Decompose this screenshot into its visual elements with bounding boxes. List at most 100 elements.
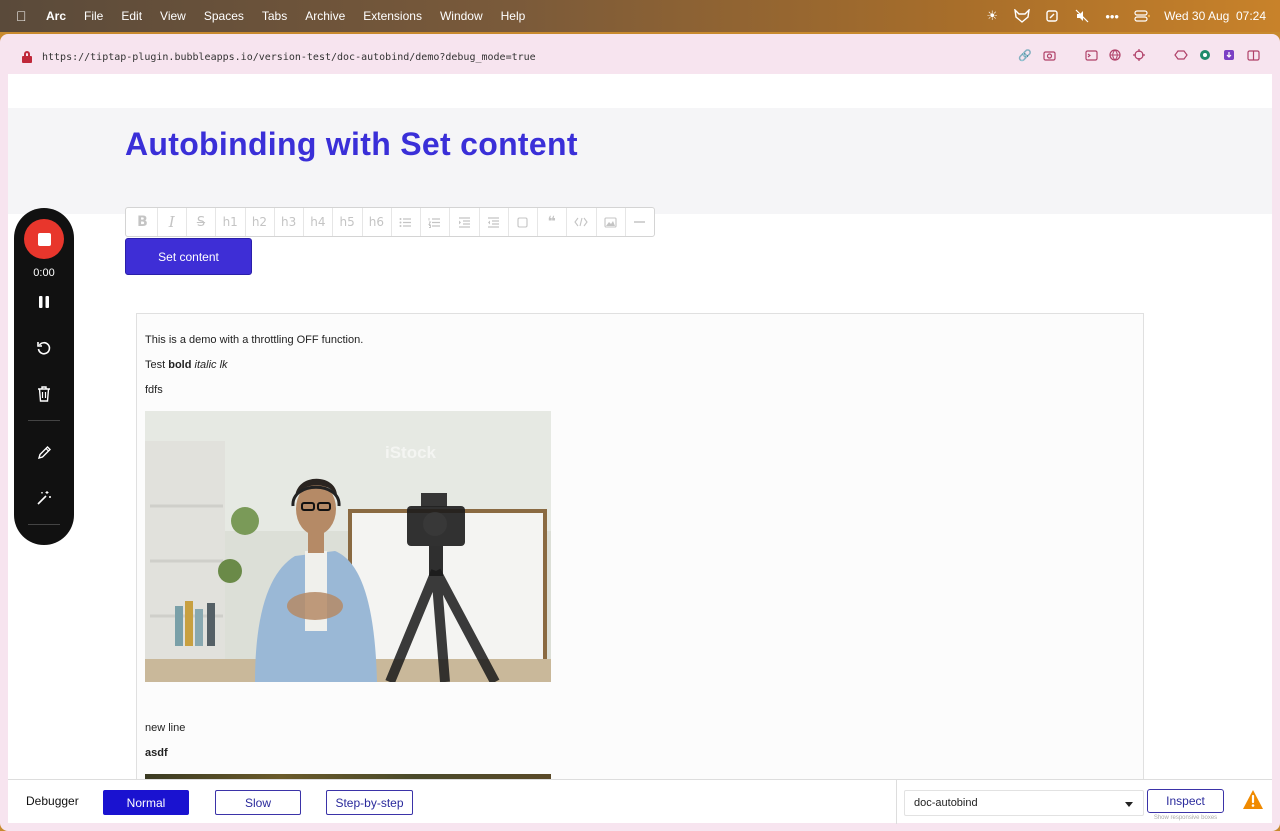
camera-icon[interactable] bbox=[1042, 48, 1056, 62]
magic-wand-icon[interactable] bbox=[32, 486, 56, 510]
show-responsive-boxes-label[interactable]: Show responsive boxes bbox=[1147, 815, 1224, 821]
url-text[interactable]: https://tiptap-plugin.bubbleapps.io/vers… bbox=[42, 52, 536, 63]
image-icon-svg bbox=[604, 216, 617, 228]
menu-view[interactable]: View bbox=[160, 9, 186, 23]
crosshair-icon[interactable] bbox=[1132, 48, 1146, 62]
heading-5-button[interactable]: h5 bbox=[333, 208, 362, 236]
blockquote-icon[interactable]: ❝ bbox=[537, 208, 566, 236]
bold-button[interactable]: B bbox=[128, 208, 157, 236]
fox-icon-svg bbox=[1014, 9, 1030, 23]
recorder-divider-bottom bbox=[28, 524, 60, 525]
extensions-icon[interactable] bbox=[1174, 48, 1188, 62]
control-center-icon[interactable] bbox=[1134, 8, 1151, 24]
heading-6-button[interactable]: h6 bbox=[362, 208, 391, 236]
browser-window: https://tiptap-plugin.bubbleapps.io/vers… bbox=[0, 34, 1280, 831]
pause-icon[interactable] bbox=[32, 290, 56, 314]
magic-wand-icon-svg bbox=[37, 491, 51, 505]
heading-4-button[interactable]: h4 bbox=[303, 208, 332, 236]
indent-icon-svg bbox=[458, 216, 470, 228]
image-icon[interactable] bbox=[596, 208, 625, 236]
lock-icon[interactable] bbox=[22, 51, 32, 63]
menu-app-name[interactable]: Arc bbox=[46, 9, 66, 23]
menu-edit[interactable]: Edit bbox=[121, 9, 142, 23]
debug-mode-slow-button[interactable]: Slow bbox=[215, 790, 301, 815]
crosshair-icon-svg bbox=[1133, 49, 1145, 61]
extension-green-icon[interactable] bbox=[1198, 48, 1212, 62]
url-actions-spacer-2 bbox=[1156, 48, 1164, 62]
code-icon[interactable] bbox=[567, 208, 596, 236]
editor-image-vlogger[interactable]: iStock bbox=[145, 411, 551, 682]
warning-icon[interactable] bbox=[1242, 789, 1264, 811]
menu-help[interactable]: Help bbox=[501, 9, 526, 23]
editor-line-4: new line bbox=[145, 722, 186, 734]
fox-icon[interactable] bbox=[1014, 8, 1030, 24]
pencil-icon[interactable] bbox=[32, 440, 56, 464]
terminal-icon[interactable] bbox=[1084, 48, 1098, 62]
page-title: Autobinding with Set content bbox=[125, 126, 578, 162]
restart-icon[interactable] bbox=[32, 336, 56, 360]
photo-watermark: iStock bbox=[385, 443, 437, 462]
split-view-icon[interactable] bbox=[1246, 48, 1260, 62]
globe-icon-svg bbox=[1109, 49, 1121, 61]
editor-bold-text: bold bbox=[168, 359, 192, 371]
bullet-list-icon-svg bbox=[399, 217, 412, 227]
menu-file[interactable]: File bbox=[84, 9, 103, 23]
rich-text-editor[interactable]: This is a demo with a throttling OFF fun… bbox=[136, 313, 1144, 779]
checkbox-icon-svg bbox=[517, 216, 528, 228]
terminal-icon-svg bbox=[1084, 49, 1098, 61]
extension-purple-icon-svg bbox=[1224, 50, 1234, 60]
sun-icon[interactable]: ☀ bbox=[984, 8, 1000, 24]
menu-spaces[interactable]: Spaces bbox=[204, 9, 244, 23]
trash-icon[interactable] bbox=[32, 382, 56, 406]
extension-green-icon-svg bbox=[1200, 50, 1210, 60]
menu-bar:  Arc File Edit View Spaces Tabs Archive… bbox=[0, 0, 1280, 32]
stop-recording-button[interactable] bbox=[24, 219, 64, 259]
menu-extensions[interactable]: Extensions bbox=[363, 9, 422, 23]
bullet-list-icon[interactable] bbox=[391, 208, 420, 236]
restart-icon-svg bbox=[37, 341, 51, 355]
url-bar-actions: 🔗 bbox=[1018, 48, 1260, 62]
outdent-icon-svg bbox=[487, 216, 499, 228]
extensions-icon-svg bbox=[1174, 50, 1188, 60]
menu-archive[interactable]: Archive bbox=[305, 9, 345, 23]
menu-tabs[interactable]: Tabs bbox=[262, 9, 287, 23]
hand-icon-svg bbox=[1046, 10, 1058, 22]
outdent-icon[interactable] bbox=[479, 208, 508, 236]
debug-mode-step-button[interactable]: Step-by-step bbox=[326, 790, 413, 815]
page-select-value: doc-autobind bbox=[914, 797, 978, 809]
checkbox-icon[interactable] bbox=[508, 208, 537, 236]
address-bar[interactable]: https://tiptap-plugin.bubbleapps.io/vers… bbox=[8, 40, 1272, 74]
ordered-list-icon[interactable] bbox=[420, 208, 449, 236]
indent-icon[interactable] bbox=[450, 208, 479, 236]
menubar-clock[interactable]: Wed 30 Aug 07:24 bbox=[1164, 9, 1266, 23]
ordered-list-icon-svg bbox=[428, 217, 441, 228]
heading-3-button[interactable]: h3 bbox=[274, 208, 303, 236]
page-select-dropdown[interactable]: doc-autobind bbox=[904, 790, 1144, 816]
page-viewport: Autobinding with Set content B I S h1 h2… bbox=[8, 74, 1272, 779]
debug-mode-normal-button[interactable]: Normal bbox=[103, 790, 189, 815]
inspect-button[interactable]: Inspect bbox=[1147, 789, 1224, 813]
globe-icon[interactable] bbox=[1108, 48, 1122, 62]
menu-window[interactable]: Window bbox=[440, 9, 483, 23]
more-icon[interactable]: ••• bbox=[1104, 8, 1120, 24]
mute-icon[interactable] bbox=[1074, 8, 1090, 24]
pencil-icon-svg bbox=[37, 445, 51, 459]
recording-timer: 0:00 bbox=[33, 267, 55, 279]
heading-2-button[interactable]: h2 bbox=[245, 208, 274, 236]
set-content-button[interactable]: Set content bbox=[125, 238, 252, 275]
recorder-divider bbox=[28, 420, 60, 421]
menubar-status-area: ☀ ••• Wed 30 Aug 07:24 bbox=[984, 0, 1266, 32]
extension-purple-icon[interactable] bbox=[1222, 48, 1236, 62]
apple-icon[interactable]:  bbox=[16, 8, 32, 24]
horizontal-rule-icon-svg bbox=[633, 221, 645, 223]
link-icon[interactable]: 🔗 bbox=[1018, 48, 1032, 62]
italic-button[interactable]: I bbox=[157, 208, 186, 236]
control-center-icon-svg bbox=[1134, 10, 1151, 22]
horizontal-rule-icon[interactable] bbox=[625, 208, 654, 236]
editor-line-5: asdf bbox=[145, 747, 168, 759]
hand-icon[interactable] bbox=[1044, 8, 1060, 24]
strike-button[interactable]: S bbox=[186, 208, 215, 236]
heading-1-button[interactable]: h1 bbox=[216, 208, 245, 236]
screen-recorder-panel: 0:00 bbox=[14, 208, 74, 545]
editor-line-1: This is a demo with a throttling OFF fun… bbox=[145, 334, 364, 346]
